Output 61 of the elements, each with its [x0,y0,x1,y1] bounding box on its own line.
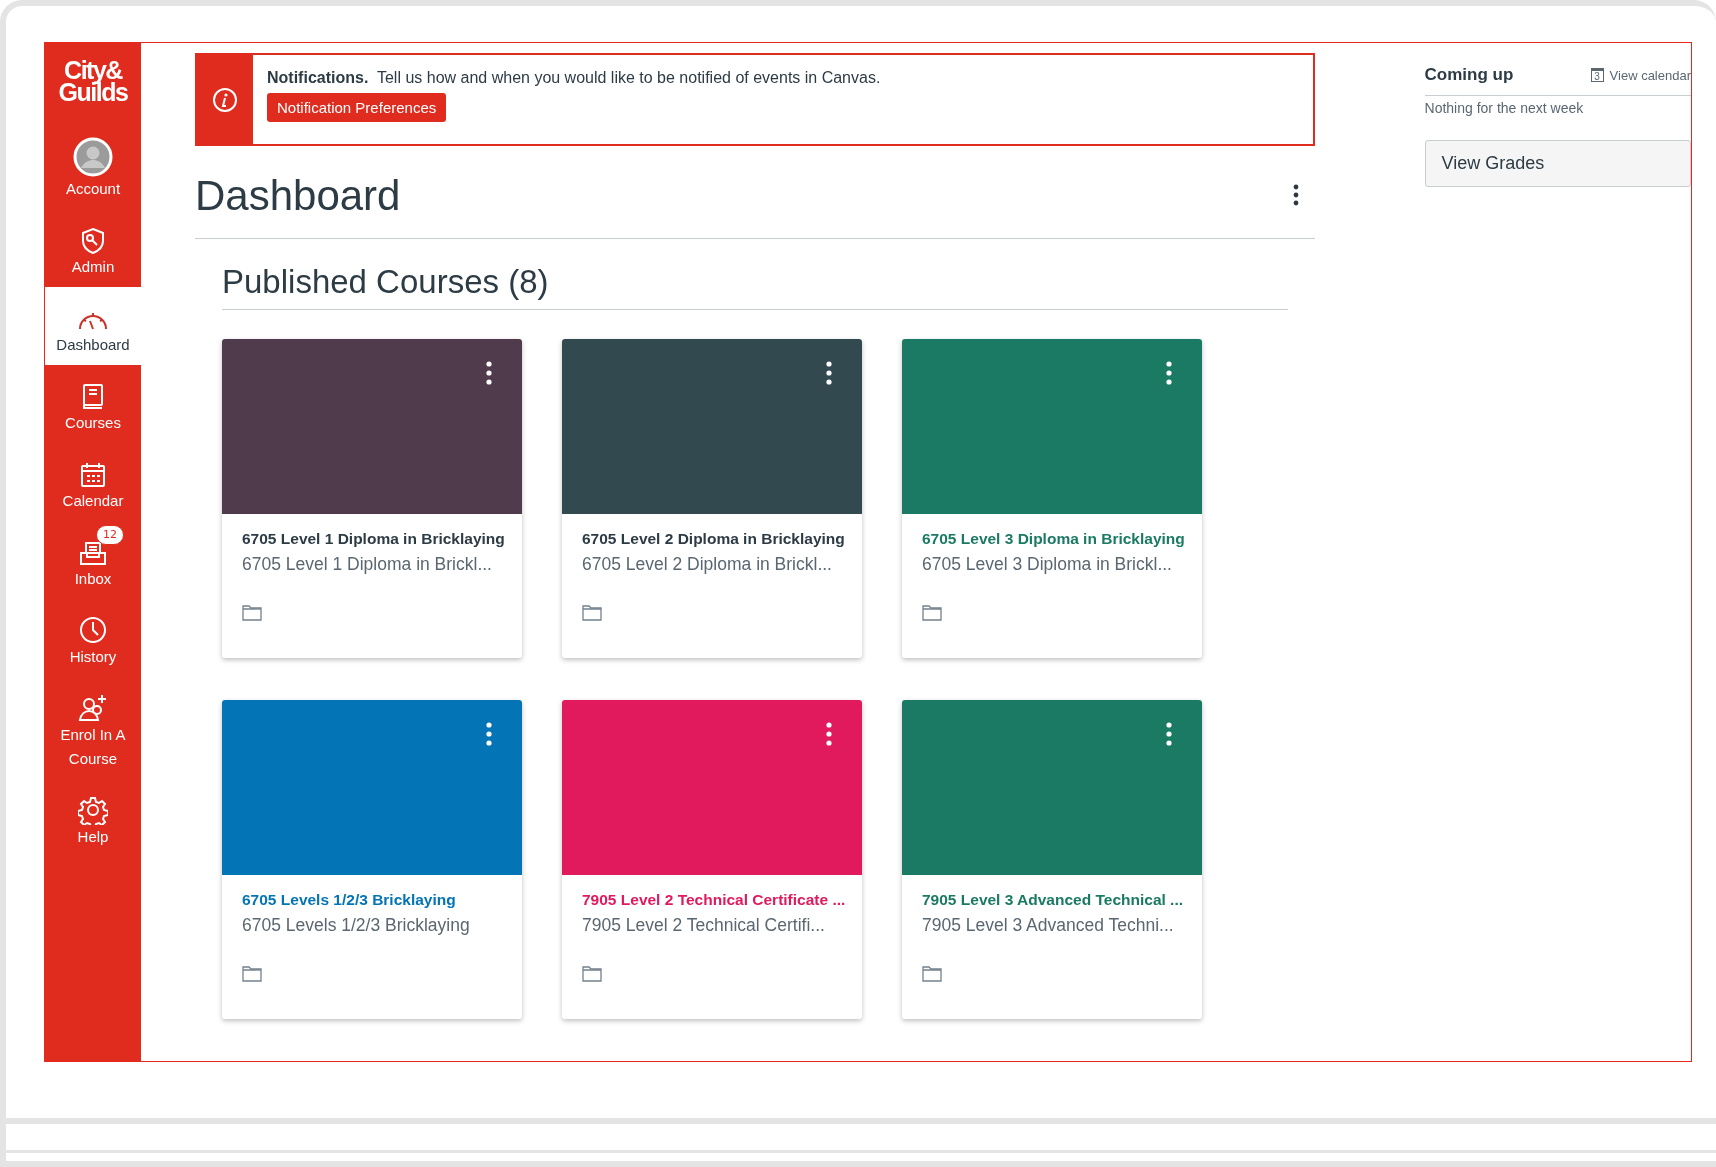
course-card[interactable]: 6705 Level 2 Diploma in Bricklaying 6705 Level 2 Diploma in Brickl... [562,339,862,658]
unread-count-badge: 12 [96,525,124,545]
empty-message: Nothing for the next week [1424,100,1585,116]
more-options-icon [826,722,832,746]
folder-icon[interactable] [582,604,602,621]
course-title-link[interactable]: 6705 Level 2 Diploma in Bricklaying [582,528,845,550]
book-icon [81,383,105,411]
section-title: Published Courses (8) [222,239,1288,310]
more-options-icon [1166,361,1172,385]
course-subtitle: 6705 Level 1 Diploma in Brickl... [242,553,492,576]
course-title-link[interactable]: 6705 Level 3 Diploma in Bricklaying [922,528,1185,550]
view-calendar-link[interactable]: 3 View calendar [1590,67,1691,83]
folder-icon[interactable] [582,965,602,982]
nav-item[interactable]: Dashboard [45,287,141,365]
course-title-link[interactable]: 6705 Levels 1/2/3 Bricklaying [242,889,456,911]
shield-icon [79,227,107,255]
more-options-icon [486,722,492,746]
course-card[interactable]: 7905 Level 2 Technical Certificate ... 7905 Level 2 Technical Certifi... [562,700,862,1019]
course-card[interactable]: 6705 Level 3 Diploma in Bricklaying 6705 Level 3 Diploma in Brickl... [902,339,1202,658]
folder-icon[interactable] [922,604,942,621]
course-subtitle: 6705 Level 3 Diploma in Brickl... [922,553,1172,576]
more-options-icon [826,361,832,385]
view-grades-button[interactable]: View Grades [1424,140,1691,187]
nav-item[interactable]: Enrol In A Course [45,677,141,779]
page-title: Dashboard [195,172,401,220]
inbox-icon [78,539,108,567]
course-subtitle: 6705 Level 2 Diploma in Brickl... [582,553,832,576]
nav-item[interactable]: Calendar [45,443,141,521]
course-subtitle: 7905 Level 3 Advanced Techni... [922,914,1174,937]
folder-icon[interactable] [242,965,262,982]
avatar-icon [73,137,113,177]
nav-item[interactable]: Courses [45,365,141,443]
coming-up-heading: Coming up [1424,65,1514,85]
add-people-icon [77,693,109,723]
folder-icon[interactable] [242,604,262,621]
more-options-icon [486,361,492,385]
settings-icon [78,795,108,825]
info-icon [212,86,238,113]
logo[interactable]: City& Guilds [45,43,141,131]
nav-item[interactable]: 12 Inbox [45,521,141,599]
calendar-icon: 3 [1590,68,1604,82]
clock-icon [78,615,108,645]
course-card[interactable]: 6705 Level 1 Diploma in Bricklaying 6705 Level 1 Diploma in Brickl... [222,339,522,658]
more-options-icon [1166,722,1172,746]
course-subtitle: 7905 Level 2 Technical Certifi... [582,914,825,937]
course-card[interactable]: 7905 Level 3 Advanced Technical ... 7905 Level 3 Advanced Techni... [902,700,1202,1019]
nav-item[interactable]: History [45,599,141,677]
course-title-link[interactable]: 7905 Level 3 Advanced Technical ... [922,889,1184,911]
nav-item[interactable]: Help [45,779,141,857]
notification-preferences-button[interactable]: Notification Preferences [267,93,447,122]
more-options-icon [1293,183,1299,206]
logo-text: City& Guilds [58,59,128,103]
notification-message: Notifications. Tell us how and when you would like to be notified of events in Canvas. [267,69,881,87]
course-title-link[interactable]: 7905 Level 2 Technical Certificate ... [582,889,846,911]
folder-icon[interactable] [922,965,942,982]
nav-item[interactable]: Admin [45,209,141,287]
course-card[interactable]: 6705 Levels 1/2/3 Bricklaying 6705 Levels 1/2/3 Bricklaying [222,700,522,1019]
calendar-icon [79,461,107,489]
nav-item[interactable]: Account [45,131,141,209]
course-subtitle: 6705 Levels 1/2/3 Bricklaying [242,914,470,937]
course-title-link[interactable]: 6705 Level 1 Diploma in Bricklaying [242,528,505,550]
